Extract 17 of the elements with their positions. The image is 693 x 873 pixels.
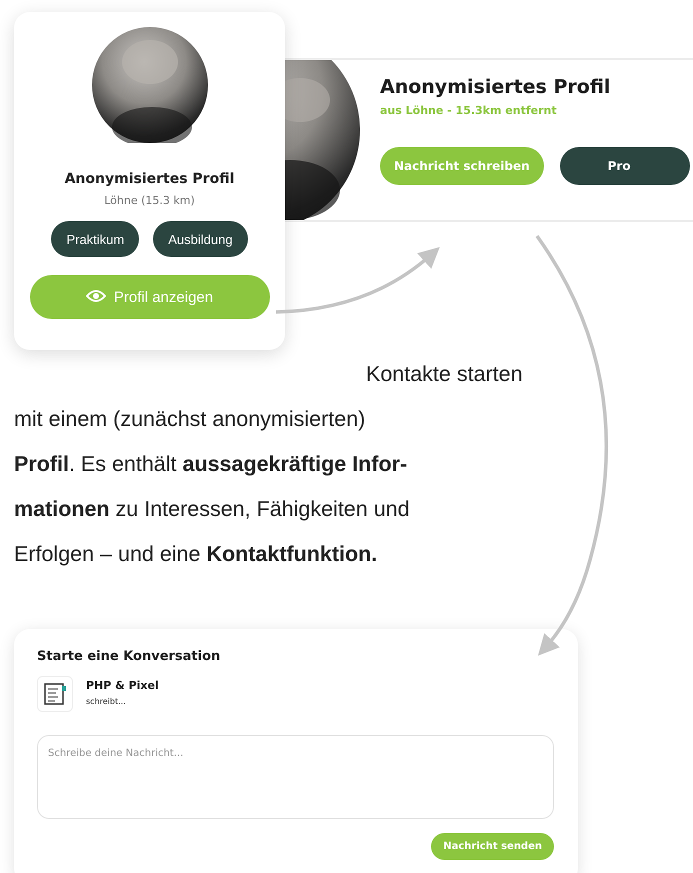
profile-name: Anonymisiertes Profil <box>380 76 612 98</box>
send-button[interactable]: Nachricht senden <box>431 833 554 860</box>
typing-status: schreibt... <box>86 697 127 706</box>
profile-location: aus Löhne - 15.3km entfernt <box>380 104 558 117</box>
message-button[interactable]: Nachricht schreiben <box>380 147 544 185</box>
profile-name: Anonymisiertes Profil <box>64 171 234 187</box>
profile-location: Löhne (15.3 km) <box>104 194 195 207</box>
conversation-title: Starte eine Konversation <box>37 649 222 664</box>
eye-icon <box>86 289 106 305</box>
description-text: Kontakte starten mit einem (zunächst anonymisierten) Profil. Es enthält aussagekräftige Infor- mationen zu Interessen, Fähigkeiten und Erfolgen – und eine Kontaktfunktion. <box>14 361 524 568</box>
logo-icon <box>37 676 73 712</box>
sender-name: PHP & Pixel <box>86 679 159 692</box>
tag: Praktikum <box>51 221 140 257</box>
show-profile-button[interactable]: Profil anzeigen <box>30 275 270 319</box>
profile-button[interactable]: Pro <box>560 147 690 185</box>
message-field[interactable]: Schreibe deine Nachricht... <box>37 735 554 819</box>
tag: Ausbildung <box>153 221 248 257</box>
